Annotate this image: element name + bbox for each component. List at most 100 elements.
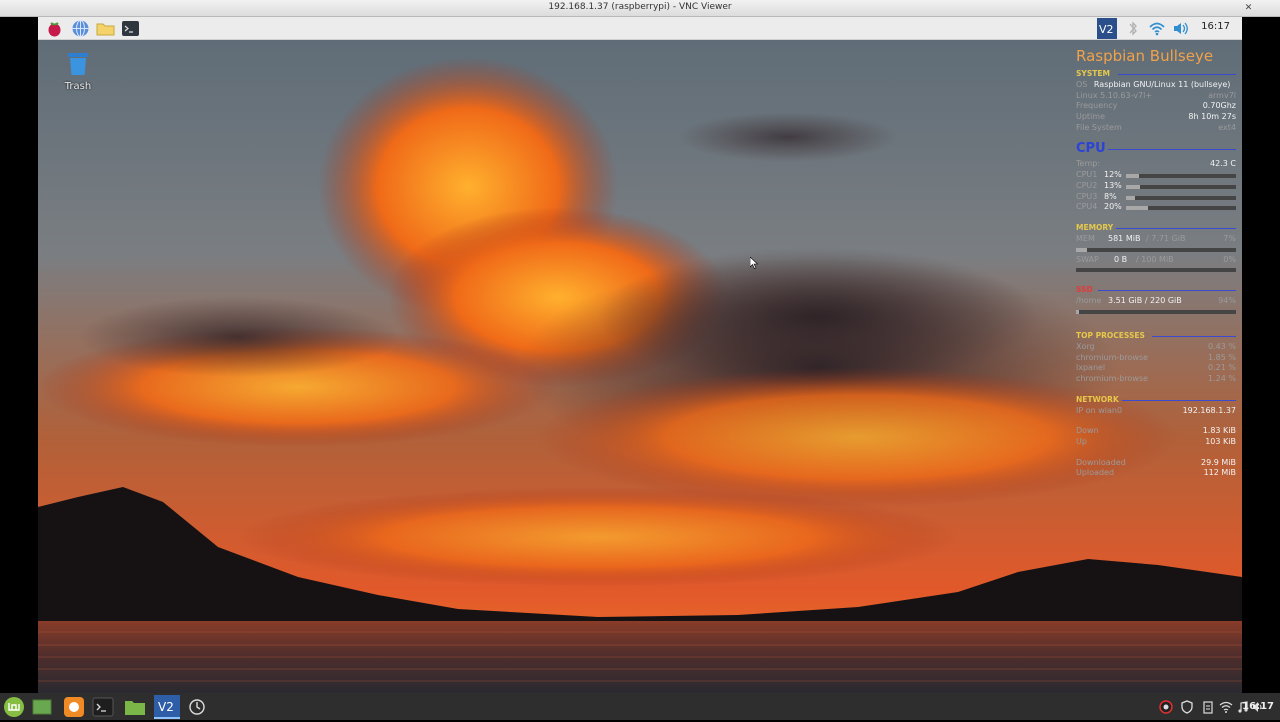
filesystem-label: File System [1076, 122, 1122, 132]
process-row: Xorg 0.43 % [1076, 342, 1236, 353]
opera-icon[interactable] [1159, 699, 1173, 714]
frequency-value: 0.70Ghz [1202, 101, 1236, 111]
top-processes-section-header: TOP PROCESSES [1076, 331, 1236, 342]
terminal-icon[interactable] [121, 19, 140, 38]
process-name: Xorg [1076, 341, 1095, 351]
network-section-header: NETWORK [1076, 395, 1236, 406]
taskbar-clock[interactable]: 16:17 [1242, 701, 1274, 712]
process-name: chromium-browse [1076, 352, 1148, 362]
cpu-core-bar [1126, 174, 1236, 179]
cpu-core-usage: 20% [1104, 202, 1122, 212]
show-desktop-icon[interactable] [31, 696, 53, 718]
downloaded-value: 29.9 MiB [1201, 457, 1236, 467]
cpu-core-row: CPU1 12% [1076, 170, 1236, 181]
swap-label: SWAP [1076, 254, 1099, 264]
cpu-core-bar [1126, 195, 1236, 200]
mouse-cursor-icon [750, 257, 758, 269]
section-divider [1118, 74, 1236, 75]
process-row: lxpanel 0.21 % [1076, 363, 1236, 374]
cpu-core-row: CPU4 20% [1076, 202, 1236, 213]
up-value: 103 KiB [1205, 437, 1236, 447]
ssd-usage: 3.51 GiB / 220 GiB [1108, 296, 1182, 306]
filesystem-value: ext4 [1218, 122, 1236, 132]
memory-section-label: MEMORY [1076, 222, 1114, 232]
section-divider [1152, 335, 1236, 337]
cpu-core-usage: 12% [1104, 170, 1122, 180]
cpu-core-row: CPU2 13% [1076, 181, 1236, 192]
top-processes-section-label: TOP PROCESSES [1076, 330, 1145, 340]
uploaded-row: Uploaded 112 MiB [1076, 468, 1236, 479]
process-row: chromium-browse 1.85 % [1076, 353, 1236, 364]
os-value: Raspbian GNU/Linux 11 (bullseye) [1093, 80, 1231, 89]
arch-value: armv7l [1208, 90, 1236, 100]
ip-label: IP on wlan0 [1076, 405, 1123, 415]
ssd-section-header: SSD [1076, 285, 1236, 296]
memory-section-header: MEMORY [1076, 223, 1236, 234]
cpu-core-row: CPU3 8% [1076, 192, 1236, 203]
bluetooth-icon[interactable] [1124, 20, 1142, 37]
wifi-icon[interactable] [1219, 699, 1233, 713]
cpu-cores-list: CPU1 12% CPU2 13% CPU3 8% CPU4 20% [1076, 170, 1236, 213]
section-divider [1098, 290, 1236, 292]
cpu-temp-value: 42.3 C [1210, 159, 1236, 169]
vnc-title-bar: 192.168.1.37 (raspberrypi) - VNC Viewer … [0, 0, 1280, 17]
up-row: Up 103 KiB [1076, 437, 1236, 448]
mint-menu-icon[interactable] [3, 696, 25, 718]
mem-percent: 7% [1223, 233, 1236, 243]
swap-bar-row [1076, 265, 1236, 275]
swap-total: / 100 MiB [1136, 254, 1174, 264]
letterbox-left [0, 17, 38, 693]
down-value: 1.83 KiB [1202, 426, 1236, 436]
cpu-core-name: CPU2 [1076, 180, 1098, 190]
section-divider [1108, 149, 1236, 151]
clipboard-icon[interactable] [1201, 699, 1215, 714]
cpu-section-label: CPU [1076, 141, 1106, 157]
letterbox-right [1242, 17, 1280, 693]
raspberry-menu-icon[interactable] [45, 19, 64, 38]
system-section-label: SYSTEM [1076, 69, 1110, 78]
cpu-core-bar [1126, 184, 1236, 189]
network-section-label: NETWORK [1076, 394, 1119, 404]
cpu-core-usage: 13% [1104, 180, 1122, 190]
filesystem-row: File System ext4 [1076, 123, 1236, 134]
uploaded-value: 112 MiB [1203, 468, 1236, 478]
file-manager-icon[interactable] [96, 19, 115, 38]
system-section-header: SYSTEM [1076, 69, 1236, 80]
downloaded-label: Downloaded [1076, 457, 1126, 467]
volume-icon[interactable] [1172, 20, 1190, 37]
svg-text:V2: V2 [1099, 23, 1114, 36]
remote-desktop[interactable]: V2 16:17 Trash Raspbian Bullseye SYSTEM … [38, 17, 1242, 693]
files-icon[interactable] [124, 696, 146, 718]
swap-row: SWAP 0 B / 100 MiB 0% [1076, 255, 1236, 266]
uptime-value: 8h 10m 27s [1188, 112, 1236, 122]
swap-percent: 0% [1223, 254, 1236, 264]
ip-value: 192.168.1.37 [1182, 405, 1236, 415]
firefox-icon[interactable] [63, 696, 85, 718]
terminal-icon[interactable] [92, 696, 114, 718]
trash-desktop-icon[interactable]: Trash [58, 50, 98, 92]
section-divider [1116, 227, 1236, 229]
cpu-temp-row: Temp: 42.3 C [1076, 159, 1236, 170]
up-label: Up [1076, 437, 1087, 447]
remote-top-panel: V2 16:17 [38, 17, 1242, 40]
mem-usage-bar [1076, 247, 1236, 252]
os-label: OS [1076, 80, 1088, 89]
down-row: Down 1.83 KiB [1076, 426, 1236, 437]
swap-used: 0 B [1114, 254, 1128, 264]
vscode-icon[interactable]: V2 [154, 695, 180, 719]
trash-label: Trash [64, 81, 92, 92]
uptime-label: Uptime [1076, 112, 1106, 122]
swap-usage-bar [1076, 268, 1236, 273]
ssd-usage-bar [1076, 309, 1236, 314]
wifi-icon[interactable] [1148, 20, 1166, 37]
remote-clock[interactable]: 16:17 [1201, 21, 1230, 32]
web-browser-icon[interactable] [71, 19, 90, 38]
kernel-row: Linux 5.10.63-v7l+ armv7l [1076, 91, 1236, 102]
timeshift-icon[interactable] [186, 696, 208, 718]
sunset-wallpaper [38, 17, 1242, 693]
mem-used: 581 MiB [1108, 233, 1141, 243]
cpu-core-name: CPU3 [1076, 191, 1098, 201]
close-window-button[interactable]: ✕ [1243, 3, 1254, 14]
shield-icon[interactable] [1180, 699, 1194, 714]
vnc-server-icon[interactable]: V2 [1097, 18, 1117, 39]
